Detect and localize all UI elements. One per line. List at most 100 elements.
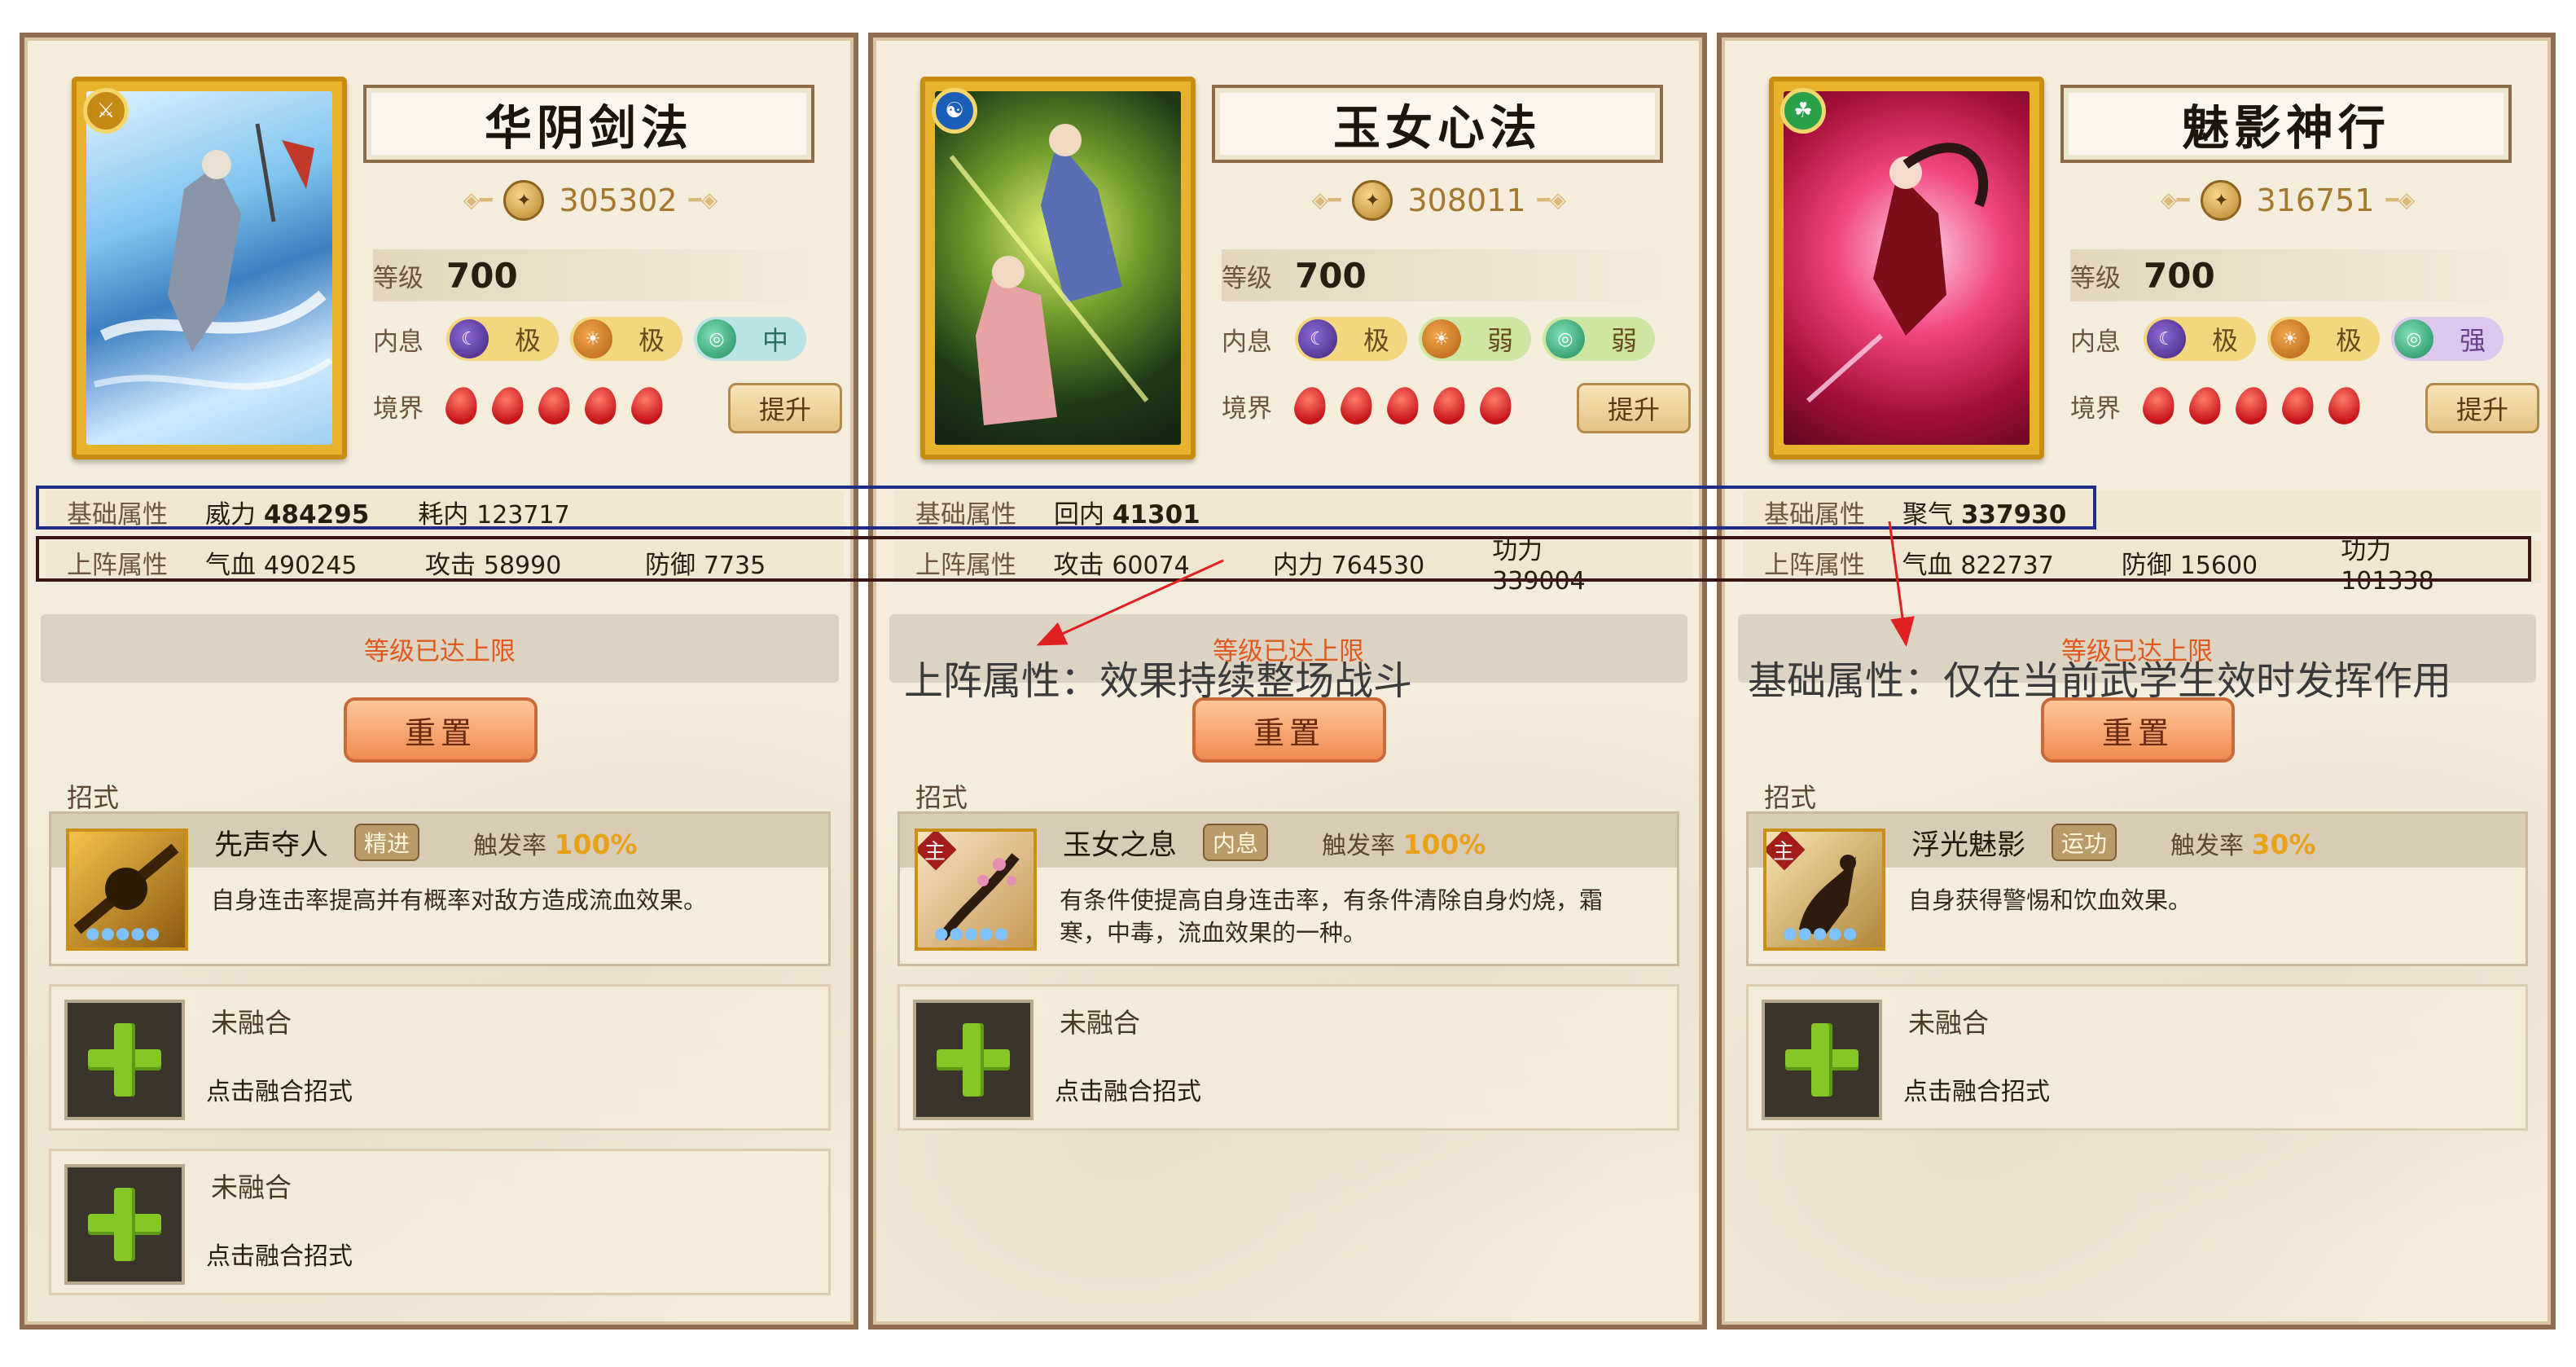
inner-breath-row: 内息 ☾ 极 ☀ 极 ◎ 中: [373, 313, 829, 365]
fusion-slot[interactable]: 未融合 点击融合招式: [49, 1149, 831, 1295]
inner-pill-sun[interactable]: ☀ 极: [2267, 317, 2380, 361]
faction-sword-icon: ⚔: [83, 88, 129, 134]
slot-action: 点击融合招式: [206, 1242, 353, 1271]
trigger-rate: 触发率 30%: [2170, 829, 2316, 860]
realm-label: 境界: [1222, 393, 1272, 424]
skill-card[interactable]: ☯: [920, 77, 1196, 459]
skill-card[interactable]: ☘: [1769, 77, 2044, 459]
reset-button[interactable]: 重置: [1192, 697, 1386, 763]
swirl-orb-icon: ◎: [1546, 319, 1585, 358]
plum-blossom-icon: 主 ●●●●●: [915, 829, 1037, 951]
sword-strike-icon: ●●●●●: [66, 829, 188, 951]
skill-title: 魅影神行: [2060, 85, 2512, 163]
sun-orb-icon: ☀: [1422, 319, 1461, 358]
add-plus-icon: [64, 1164, 185, 1285]
level-value: 700: [446, 255, 518, 296]
moon-orb-icon: ☾: [1298, 319, 1337, 358]
shadow-dancer-figure: [1806, 143, 1989, 403]
slot-status: 未融合: [211, 1171, 292, 1203]
realm-label: 境界: [2070, 393, 2121, 424]
reset-button[interactable]: 重置: [344, 697, 538, 763]
inner-pill-swirl[interactable]: ◎ 中: [694, 317, 806, 361]
realm-drop-icon: [1430, 384, 1469, 428]
ornament-left-icon: ◈━: [2160, 188, 2190, 213]
realm-drop-icon: [581, 384, 621, 428]
star-rank-icon: ●●●●●: [1783, 923, 1858, 943]
inner-grade: 极: [514, 325, 541, 356]
move-type-badge: 精进: [354, 824, 420, 861]
add-plus-icon: [913, 1000, 1033, 1120]
fusion-slot[interactable]: 未融合 点击融合招式: [897, 984, 1679, 1131]
skill-panel-1: ⚔ 华阴剑法 ◈━ ✦ 305302 ━◈ 等级 700 内息 ☾ 极 ☀ 极 ◎ 中…: [20, 33, 858, 1330]
inner-grade: 极: [1363, 325, 1389, 356]
sun-orb-icon: ☀: [2271, 319, 2310, 358]
inner-label: 内息: [2070, 327, 2121, 357]
inner-breath-row: 内息 ☾ 极 ☀ 极 ◎ 强: [2070, 313, 2526, 365]
power-display: ◈━ ✦ 316751 ━◈: [2113, 174, 2463, 226]
moon-orb-icon: ☾: [450, 319, 489, 358]
move-name: 先声夺人: [214, 829, 329, 862]
move-description: 自身连击率提高并有概率对敌方造成流血效果。: [211, 886, 708, 914]
swordsman-figure: [93, 123, 332, 390]
ornament-right-icon: ━◈: [2385, 188, 2416, 213]
move-description: 自身获得警惕和饮血效果。: [1908, 886, 2192, 914]
realm-drop-icon: [2232, 384, 2271, 428]
realm-drop-icon: [628, 384, 667, 428]
upgrade-button[interactable]: 提升: [2425, 383, 2539, 433]
realm-drop-icon: [1384, 384, 1423, 428]
inner-grade: 极: [2211, 325, 2238, 356]
realm-drop-icon: [1477, 384, 1516, 428]
up-attr-annotation: 上阵属性：效果持续整场战斗: [904, 658, 1413, 704]
power-display: ◈━ ✦ 305302 ━◈: [415, 174, 766, 226]
skill-title: 华阴剑法: [363, 85, 814, 163]
realm-drop-icon: [2325, 384, 2364, 428]
slot-status: 未融合: [1908, 1007, 1989, 1039]
inner-pill-swirl[interactable]: ◎ 弱: [1543, 317, 1655, 361]
skill-move[interactable]: 主 ●●●●● 浮光魅影 运功 触发率 30% 自身获得警惕和饮血效果。: [1746, 811, 2528, 966]
move-name: 玉女之息: [1063, 829, 1178, 862]
move-type-badge: 内息: [1203, 824, 1269, 861]
inner-breath-row: 内息 ☾ 极 ☀ 弱 ◎ 弱: [1222, 313, 1678, 365]
realm-drop-icon: [1291, 384, 1330, 428]
reset-button[interactable]: 重置: [2041, 697, 2235, 763]
power-display: ◈━ ✦ 308011 ━◈: [1264, 174, 1614, 226]
inner-grade: 中: [761, 325, 788, 356]
inner-pill-sun[interactable]: ☀ 弱: [1419, 317, 1531, 361]
power-value: 316751: [2256, 182, 2375, 218]
ornament-left-icon: ◈━: [1311, 188, 1341, 213]
move-type-badge: 运功: [2052, 824, 2117, 861]
inner-pill-moon[interactable]: ☾ 极: [2144, 317, 2256, 361]
skill-card[interactable]: ⚔: [72, 77, 347, 459]
ornament-right-icon: ━◈: [688, 188, 718, 213]
slot-status: 未融合: [211, 1007, 292, 1039]
realm-drop-icon: [1337, 384, 1376, 428]
inner-grade: 弱: [1610, 325, 1637, 356]
level-value: 700: [2144, 255, 2215, 296]
skill-move[interactable]: 主 ●●●●● 玉女之息 内息 触发率 100% 有条件使提高自身连击率，有条件…: [897, 811, 1679, 966]
shadow-leap-icon: 主 ●●●●●: [1763, 829, 1885, 951]
inner-pill-moon[interactable]: ☾ 极: [446, 317, 559, 361]
female-figures: [949, 124, 1149, 425]
add-plus-icon: [64, 1000, 185, 1120]
level-row: 等级 700: [1222, 249, 1678, 301]
moves-label: 招式: [1764, 782, 1817, 813]
inner-label: 内息: [1222, 327, 1272, 357]
inner-pill-moon[interactable]: ☾ 极: [1295, 317, 1407, 361]
upgrade-button[interactable]: 提升: [1577, 383, 1691, 433]
card-artwork: [86, 91, 332, 445]
level-label: 等级: [1222, 263, 1272, 293]
upgrade-button[interactable]: 提升: [728, 383, 842, 433]
inner-pill-sun[interactable]: ☀ 极: [570, 317, 682, 361]
fusion-slot[interactable]: 未融合 点击融合招式: [1746, 984, 2528, 1131]
power-value: 305302: [559, 182, 678, 218]
inner-pill-swirl[interactable]: ◎ 强: [2391, 317, 2504, 361]
move-name: 浮光魅影: [1911, 829, 2026, 862]
realm-drop-icon: [535, 384, 574, 428]
swirl-orb-icon: ◎: [697, 319, 736, 358]
faction-wind-icon: ☘: [1780, 88, 1826, 134]
level-label: 等级: [2070, 263, 2121, 293]
realm-drop-icon: [2139, 384, 2179, 428]
add-plus-icon: [1762, 1000, 1882, 1120]
fusion-slot[interactable]: 未融合 点击融合招式: [49, 984, 831, 1131]
skill-move[interactable]: ●●●●● 先声夺人 精进 触发率 100% 自身连击率提高并有概率对敌方造成流…: [49, 811, 831, 966]
